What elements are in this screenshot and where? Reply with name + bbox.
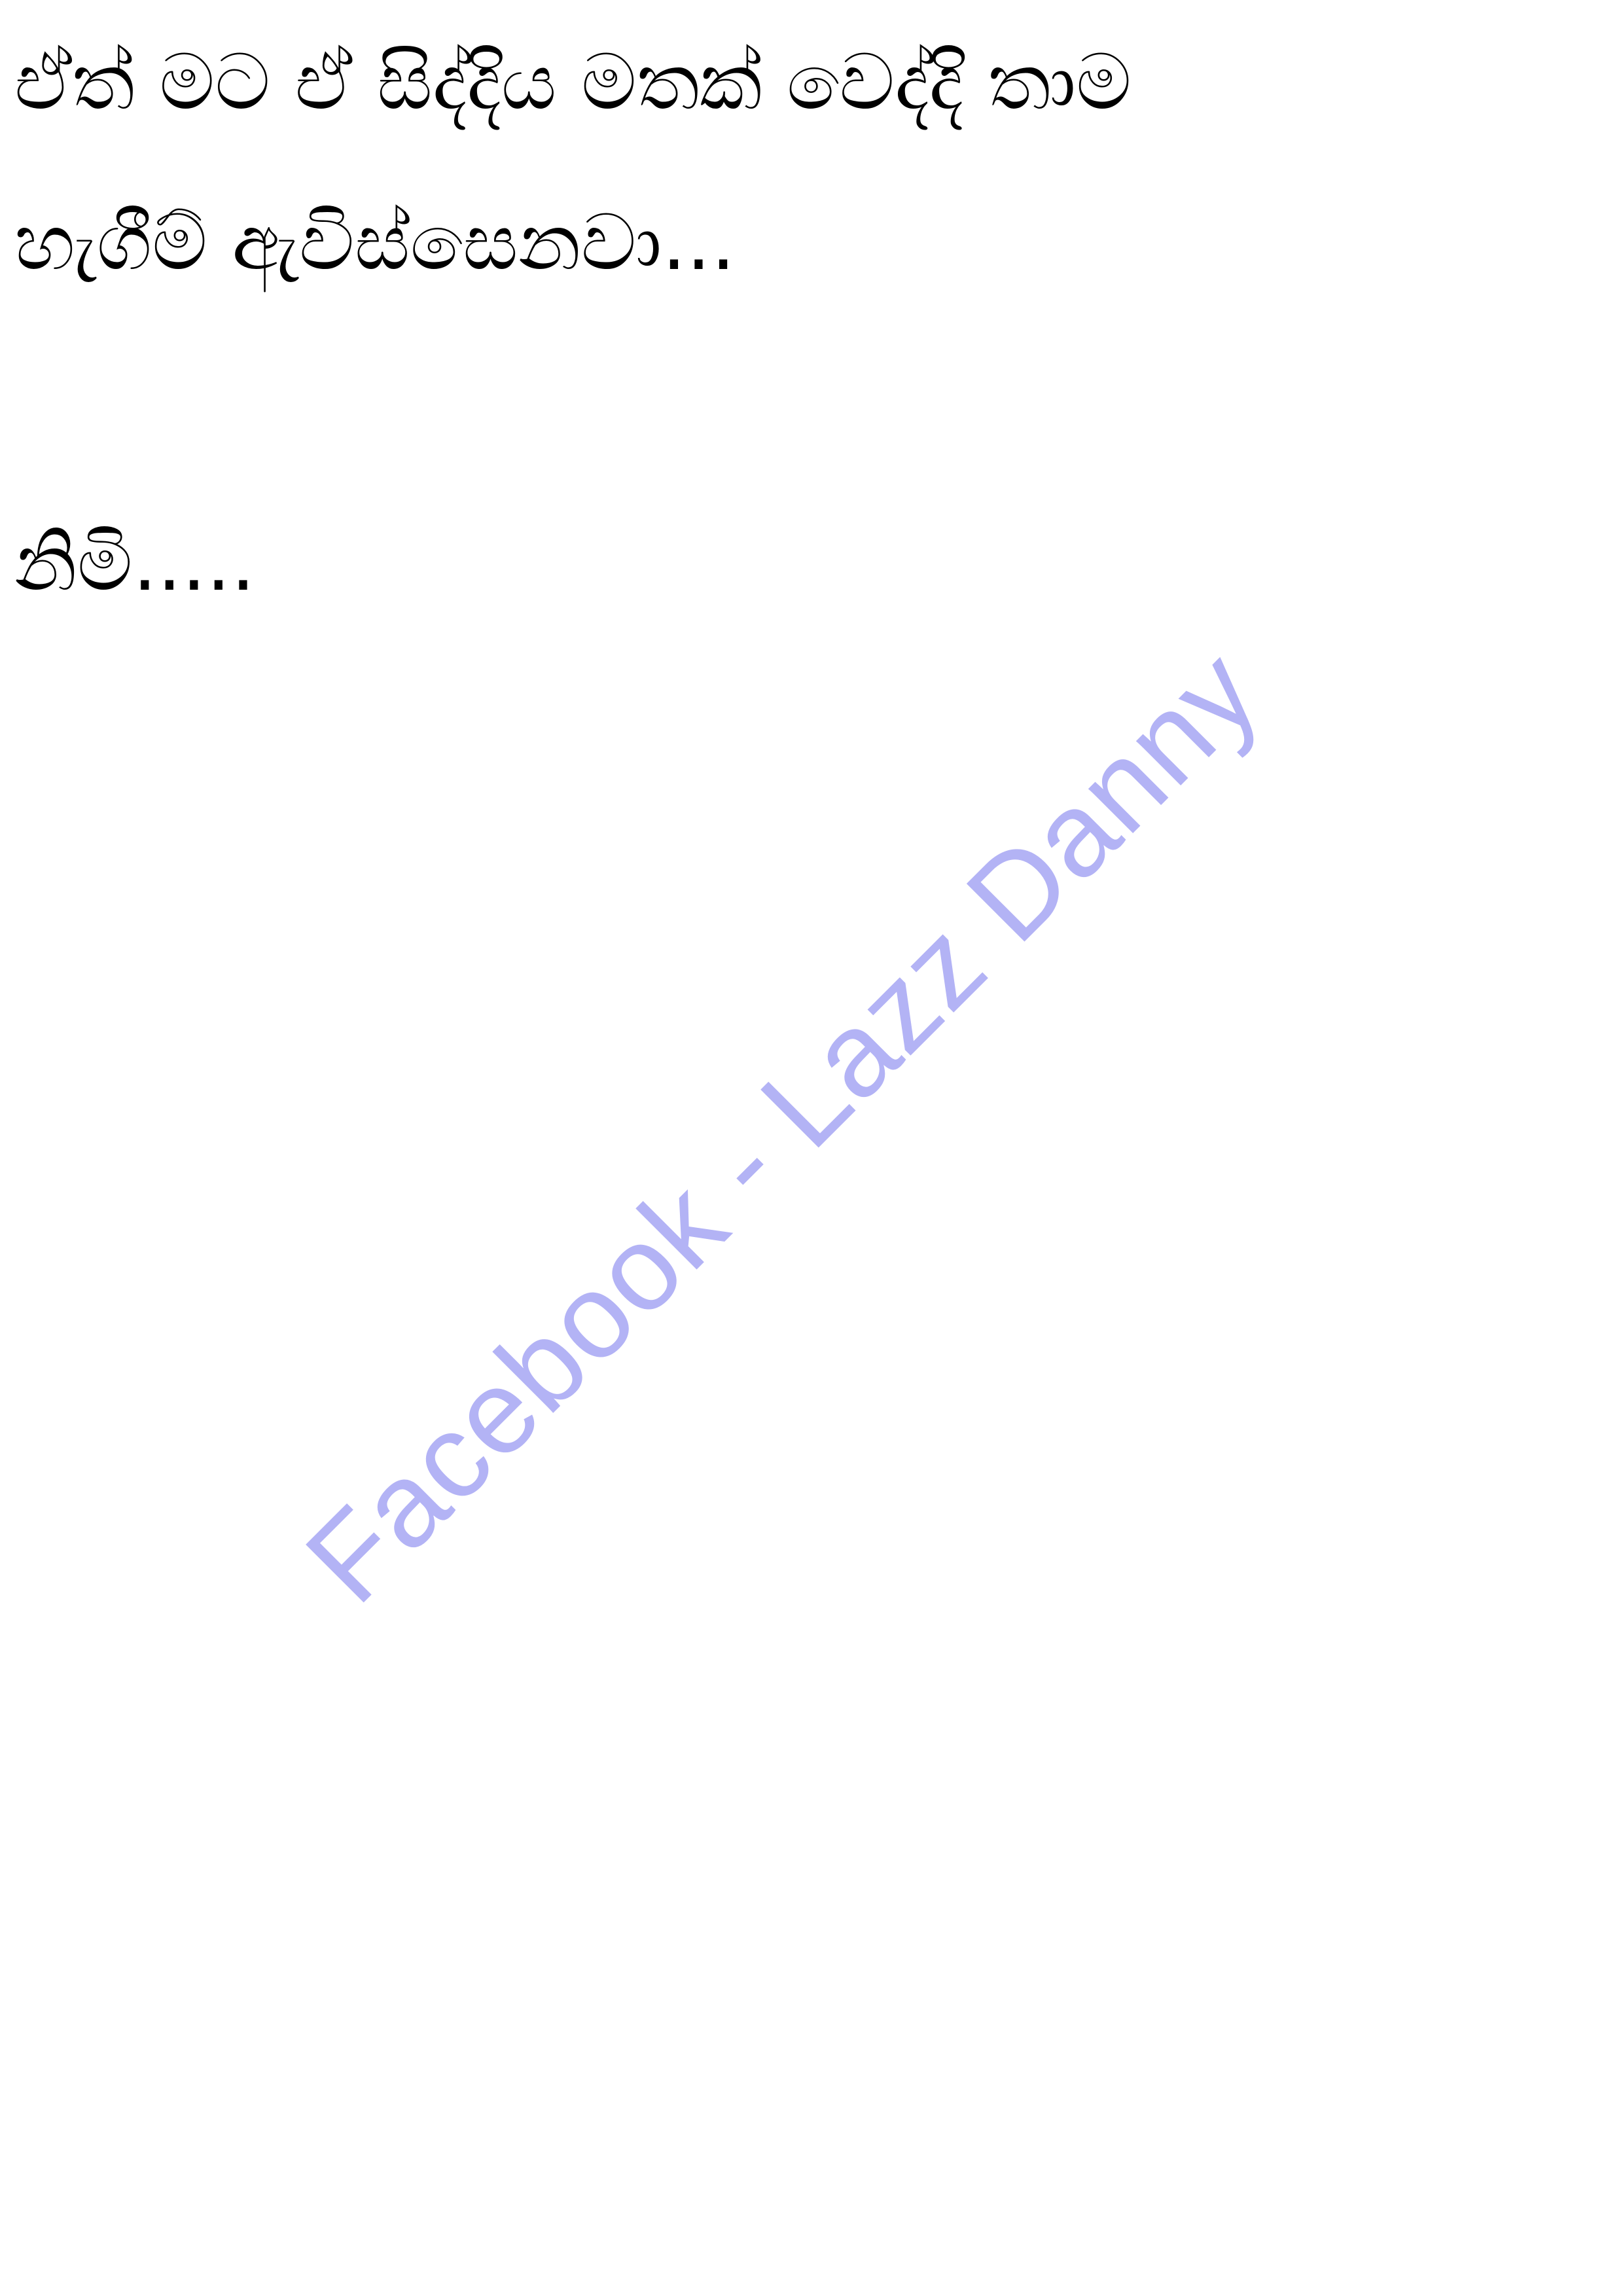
facebook-watermark: Facebook - Lazz Danny	[280, 624, 1284, 1628]
document-page: ඒත් මට ඒ සිද්දිය මතක් වෙද්දි තාම හැගීම් …	[0, 0, 1623, 2296]
story-text-line-1: ඒත් මට ඒ සිද්දිය මතක් වෙද්දි තාම	[14, 37, 1132, 127]
story-text-line-2: හැගීම් ඇවිස්සෙනවා...	[14, 197, 736, 287]
story-ending-text: නිමි.....	[14, 518, 256, 608]
